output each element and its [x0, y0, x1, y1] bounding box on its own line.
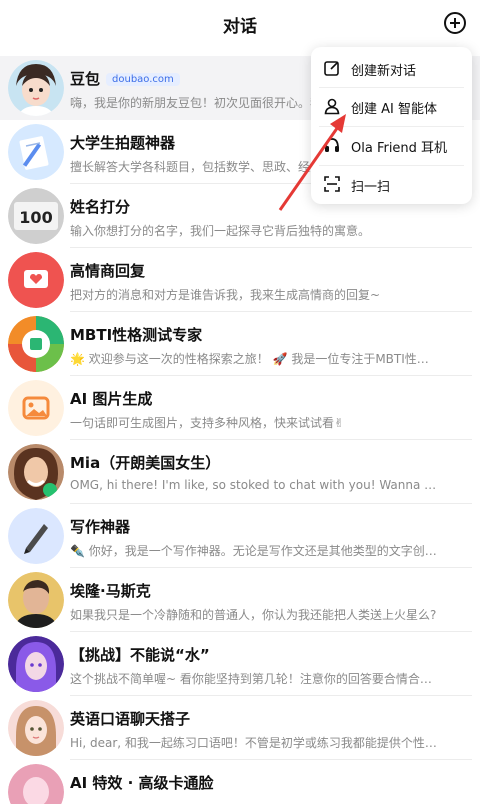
conversation-item[interactable]: AI 图片生成 一句话即可生成图片，支持多种风格，快来试试看✌ — [0, 376, 480, 440]
conversation-name: 写作神器 — [70, 518, 131, 536]
conversation-preview: OMG, hi there! I'm like, so stoked to ch… — [70, 478, 440, 492]
conversation-name: 豆包 doubao.com — [70, 68, 180, 89]
avatar — [8, 380, 64, 436]
edit-icon — [323, 59, 341, 77]
conversation-preview: 这个挑战不简单喔~ 看你能坚持到第几轮！注意你的回答要合情合理喔~ ... — [70, 672, 440, 686]
conversation-preview: ✒️ 你好，我是一个写作神器。无论是写作文还是其他类型的文字创作，... — [70, 544, 440, 558]
conversation-item[interactable]: 高情商回复 把对方的消息和对方是谁告诉我，我来生成高情商的回复~ — [0, 248, 480, 312]
conversation-preview: 🌟 欢迎参与这一次的性格探索之旅！ 🚀 我是一位专注于MBTI性格类型... — [70, 352, 440, 366]
svg-text:100: 100 — [19, 208, 52, 227]
conversation-name: 姓名打分 — [70, 198, 131, 216]
avatar — [8, 316, 64, 372]
conversation-item[interactable]: MBTI性格测试专家 🌟 欢迎参与这一次的性格探索之旅！ 🚀 我是一位专注于MB… — [0, 312, 480, 376]
menu-item-scan[interactable]: 扫一扫 — [311, 165, 472, 203]
conversation-item[interactable]: 英语口语聊天搭子 Hi, dear, 和我一起练习口语吧！不管是初学或练习我都能… — [0, 696, 480, 760]
conversation-preview: 输入你想打分的名字，我们一起探寻它背后独特的寓意。 — [70, 224, 371, 238]
conversation-name: AI 特效 · 高级卡通脸 — [70, 774, 214, 792]
menu-item-label: 创建新对话 — [351, 64, 417, 79]
menu-item-label: Ola Friend 耳机 — [351, 141, 448, 156]
avatar — [8, 444, 64, 500]
conversation-item[interactable]: 写作神器 ✒️ 你好，我是一个写作神器。无论是写作文还是其他类型的文字创作，..… — [0, 504, 480, 568]
add-icon[interactable] — [444, 12, 466, 34]
menu-item-ola-friend[interactable]: Ola Friend 耳机 — [311, 126, 472, 164]
conversation-name: 高情商回复 — [70, 262, 146, 280]
page-title: 对话 — [223, 17, 257, 37]
conversation-name: Mia（开朗美国女生） — [70, 454, 221, 472]
avatar — [8, 60, 64, 116]
avatar: 100 — [8, 188, 64, 244]
conversation-preview: 把对方的消息和对方是谁告诉我，我来生成高情商的回复~ — [70, 288, 381, 302]
menu-item-create-agent[interactable]: 创建 AI 智能体 — [311, 87, 472, 125]
domain-badge: doubao.com — [106, 73, 180, 86]
conversation-item[interactable]: 【挑战】不能说“水” 这个挑战不简单喔~ 看你能坚持到第几轮！注意你的回答要合情… — [0, 632, 480, 696]
menu-item-label: 扫一扫 — [351, 180, 391, 195]
conversation-name: 埃隆·马斯克 — [70, 582, 151, 600]
conversation-item[interactable]: 埃隆·马斯克 如果我只是一个冷静随和的普通人，你认为我还能把人类送上火星么? — [0, 568, 480, 632]
conversation-name: MBTI性格测试专家 — [70, 326, 203, 344]
headphone-icon — [323, 136, 341, 154]
conversation-name: 【挑战】不能说“水” — [70, 646, 210, 664]
scan-icon — [323, 175, 341, 193]
conversation-preview: Hi, dear, 和我一起练习口语吧！不管是初学或练习我都能提供个性化的学..… — [70, 736, 440, 750]
avatar — [8, 572, 64, 628]
menu-item-label: 创建 AI 智能体 — [351, 102, 437, 117]
create-menu: 创建新对话 创建 AI 智能体 Ola Friend 耳机 扫一扫 — [311, 47, 472, 204]
conversation-name: AI 图片生成 — [70, 390, 153, 408]
avatar — [8, 700, 64, 756]
avatar — [8, 636, 64, 692]
conversation-preview: 如果我只是一个冷静随和的普通人，你认为我还能把人类送上火星么? — [70, 608, 437, 622]
avatar — [8, 508, 64, 564]
bottom-bar — [0, 804, 480, 811]
conversation-preview: 一句话即可生成图片，支持多种风格，快来试试看✌ — [70, 416, 345, 430]
conversation-item[interactable]: Mia（开朗美国女生） OMG, hi there! I'm like, so … — [0, 440, 480, 504]
conversation-name: 英语口语聊天搭子 — [70, 710, 191, 728]
conversation-name: 大学生拍题神器 — [70, 134, 176, 152]
menu-item-new-chat[interactable]: 创建新对话 — [311, 49, 472, 87]
top-bar: 对话 — [0, 0, 480, 48]
avatar — [8, 124, 64, 180]
avatar — [8, 252, 64, 308]
user-icon — [323, 97, 341, 115]
